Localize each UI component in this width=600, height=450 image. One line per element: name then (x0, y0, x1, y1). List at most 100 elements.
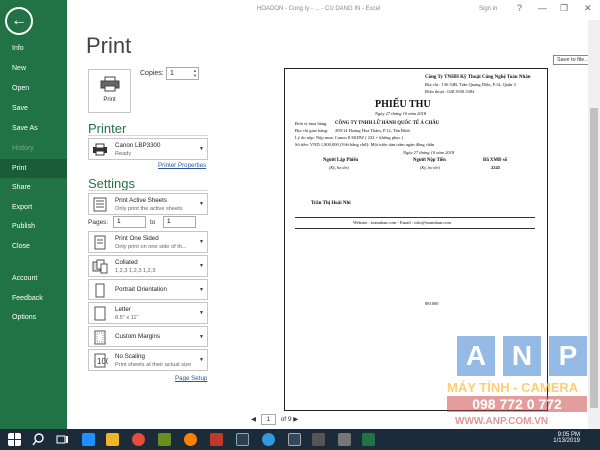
previous-page-icon[interactable]: ◀ (251, 416, 256, 423)
watermark: A N P MÁY TÍNH - CAMERA 098 772 0 772 WW… (447, 336, 597, 436)
printer-name: Canon LBP3300 (115, 142, 161, 149)
sides-select[interactable]: Print One Sided Only print on one side o… (88, 231, 208, 253)
scaling-select[interactable]: 100 No Scaling Print sheets at their act… (88, 349, 208, 371)
margins-icon (94, 330, 106, 345)
copies-spinner-icon[interactable]: ▲ ▼ (193, 68, 197, 78)
system-clock[interactable]: 9:05 PM 1/13/2019 (540, 432, 580, 444)
page-title: Print (86, 33, 132, 58)
file-explorer-icon[interactable] (106, 433, 119, 446)
company-name: Công Ty TNHH Kỹ Thuật Công Nghệ Toàn Nhâ… (425, 75, 531, 80)
collate-select[interactable]: Collated 1,2,3 1,2,3 1,2,3 ▼ (88, 255, 208, 277)
printer-status: Ready (115, 151, 132, 157)
print-button-label: Print (103, 97, 116, 103)
divider (88, 135, 208, 136)
chrome-icon[interactable] (132, 433, 145, 446)
tooltip: Save to file... (553, 55, 593, 65)
app-icon[interactable] (262, 433, 275, 446)
watermark-letter: N (503, 336, 541, 376)
app-icon[interactable] (288, 433, 301, 446)
chevron-down-icon: ▼ (199, 310, 204, 316)
minimize-button[interactable]: — (538, 3, 547, 13)
margins-select[interactable]: Custom Margins ▼ (88, 326, 208, 347)
app-icon[interactable] (338, 433, 351, 446)
nav-open[interactable]: Open (0, 79, 67, 98)
paper-size-label: Letter (115, 306, 131, 313)
nav-close[interactable]: Close (0, 237, 67, 256)
pages-to-input[interactable]: 1 (163, 216, 196, 228)
chevron-down-icon: ▼ (199, 201, 204, 207)
nav-history[interactable]: History (0, 139, 67, 158)
nav-feedback[interactable]: Feedback (0, 289, 67, 308)
close-button[interactable]: ✕ (584, 3, 592, 14)
nav-account[interactable]: Account (0, 269, 67, 288)
next-page-icon[interactable]: ▶ (293, 416, 298, 423)
nav-publish[interactable]: Publish (0, 217, 67, 236)
printer-properties-link[interactable]: Printer Properties (158, 162, 206, 169)
back-arrow-icon[interactable]: ← (5, 7, 33, 35)
nav-save-as[interactable]: Save As (0, 119, 67, 138)
orientation-select[interactable]: Portrait Orientation ▼ (88, 279, 208, 300)
nav-save[interactable]: Save (0, 99, 67, 118)
settings-section-heading: Settings (88, 176, 135, 191)
portrait-icon (95, 283, 105, 298)
watermark-letter: P (549, 336, 587, 376)
current-page-input[interactable]: 1 (260, 414, 276, 425)
app-icon[interactable] (210, 433, 223, 446)
signature-date: Ngày 27 tháng 10 năm 2018 (403, 150, 455, 155)
nav-share[interactable]: Share (0, 178, 67, 197)
document-date: Ngày 27 tháng 10 năm 2018 (375, 111, 427, 116)
payment-amount: Số tiền: VND 1,800,000 (Viết bằng chữ): … (295, 142, 435, 147)
company-phone: Điện thoại : 028.3930.3384 (425, 89, 475, 94)
printer-icon (100, 76, 119, 92)
sign-in-link[interactable]: Sign in (479, 6, 497, 12)
footer-contact: Website : toannhan.com - Email : info@to… (353, 220, 452, 225)
scaling-icon: 100 (94, 353, 108, 368)
nav-options[interactable]: Options (0, 308, 67, 327)
copies-input[interactable]: 1 ▲ ▼ (166, 67, 199, 80)
pages-from-input[interactable]: 1 (113, 216, 146, 228)
divider (295, 217, 535, 218)
app-icon[interactable] (312, 433, 325, 446)
page-count: of 9 (280, 416, 292, 423)
restore-button[interactable]: ❐ (560, 3, 568, 14)
pages-to-label: to (150, 219, 156, 226)
title-bar: HOADON - Cong ty - ... - CU DANG IN - Ex… (67, 0, 600, 20)
printer-select[interactable]: Canon LBP3300 Ready ▼ (88, 138, 208, 160)
task-view-icon[interactable] (56, 433, 69, 446)
page-setup-link[interactable]: Page Setup (175, 375, 207, 382)
address-label: Địa chỉ giao hàng: (295, 128, 329, 133)
chevron-down-icon: ▼ (199, 263, 204, 269)
app-icon[interactable] (158, 433, 171, 446)
scaling-desc: Print sheets at their actual size (115, 362, 192, 368)
chevron-down-icon: ▼ (199, 239, 204, 245)
payer-label: Đơn vị mua hàng: (295, 121, 328, 126)
page-navigator: ◀ 1 of 9 ▶ (251, 414, 298, 425)
payer-value: CÔNG TY TNHH LỮ HÀNH QUỐC TẾ Á CHÂU (335, 121, 440, 126)
divider (295, 228, 535, 229)
print-what-desc: Only print the active sheets (115, 206, 183, 212)
chevron-down-icon: ▼ (199, 286, 204, 293)
edge-icon[interactable] (82, 433, 95, 446)
nav-new[interactable]: New (0, 59, 67, 78)
print-button[interactable]: Print (88, 69, 131, 113)
signature-2-title: Người Nộp Tiền (413, 158, 446, 163)
search-icon[interactable] (32, 433, 45, 446)
nav-info[interactable]: Info (0, 39, 67, 58)
signature-1-sub: (Ký, họ tên) (329, 165, 349, 170)
print-what-select[interactable]: Print Active Sheets Only print the activ… (88, 193, 208, 215)
sides-desc: Only print on one side of th... (115, 244, 187, 250)
windows-start-icon[interactable] (8, 433, 21, 446)
printer-section-heading: Printer (88, 121, 127, 136)
nav-export[interactable]: Export (0, 198, 67, 217)
app-icon[interactable] (236, 433, 249, 446)
firefox-icon[interactable] (184, 433, 197, 446)
excel-icon[interactable] (362, 433, 375, 446)
signer-name: Trần Thị Hoài Nhi (311, 201, 351, 206)
address-value: 209/14 Hoàng Hoa Thám, P.12, Tân Bình (335, 128, 410, 133)
nav-print[interactable]: Print (0, 159, 67, 178)
excel-window: ← Info New Open Save Save As History Pri… (0, 0, 600, 450)
paper-size-desc: 8.5" x 11" (115, 315, 139, 321)
paper-size-select[interactable]: Letter 8.5" x 11" ▼ (88, 302, 208, 324)
help-icon[interactable]: ? (517, 3, 522, 13)
print-what-label: Print Active Sheets (115, 197, 167, 204)
